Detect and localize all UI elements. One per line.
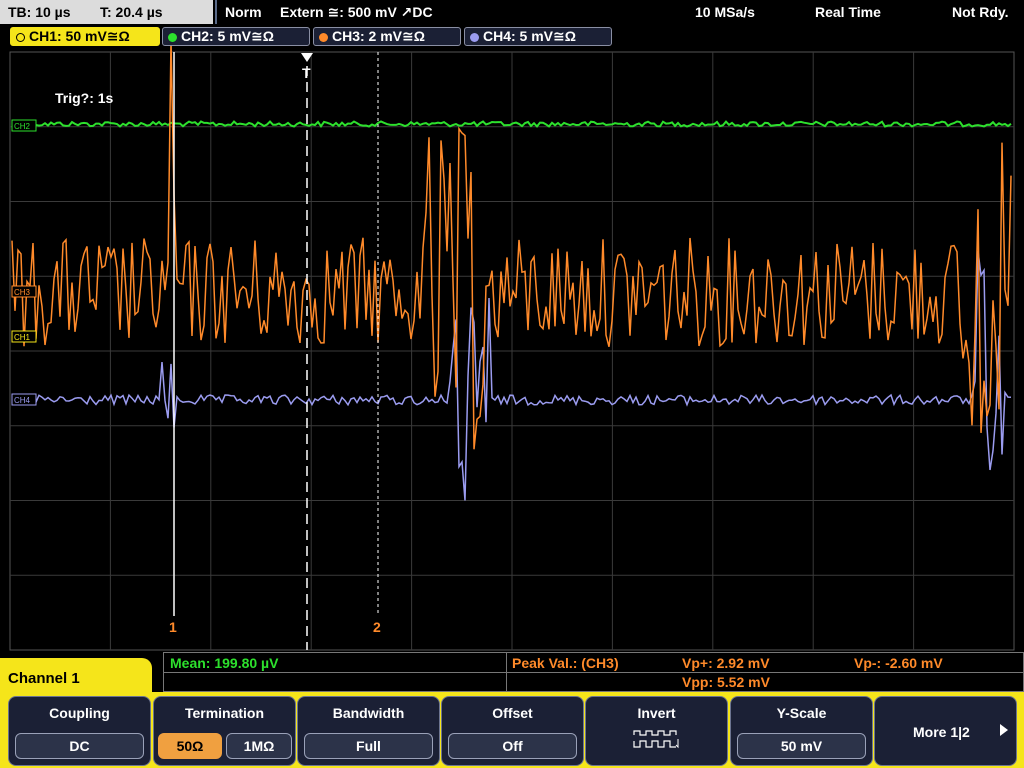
timebase-box[interactable]: TB: 10 µs T: 20.4 µs bbox=[0, 0, 213, 24]
ch2-dot-icon bbox=[168, 33, 177, 42]
tab-ch4-label: CH4: 5 mV≅Ω bbox=[483, 28, 576, 44]
trigger-marker: T bbox=[302, 65, 311, 81]
bandwidth-title: Bandwidth bbox=[332, 705, 405, 721]
bandwidth-softkey[interactable]: Bandwidth Full bbox=[297, 696, 440, 766]
yscale-value[interactable]: 50 mV bbox=[737, 733, 866, 759]
svg-text:CH3: CH3 bbox=[14, 288, 31, 297]
next-page-arrow-icon bbox=[1000, 724, 1008, 736]
ch3-level-marker[interactable]: CH3 bbox=[11, 285, 37, 298]
coupling-title: Coupling bbox=[49, 705, 110, 721]
offset-value[interactable]: Off bbox=[448, 733, 577, 759]
termination-1mohm-option[interactable]: 1MΩ bbox=[226, 733, 292, 759]
measurement-readout: Mean: 199.80 µV Peak Val.: (CH3) Vp+: 2.… bbox=[163, 652, 1024, 692]
trigger-position-readout: T: 20.4 µs bbox=[100, 4, 163, 20]
yscale-softkey[interactable]: Y-Scale 50 mV bbox=[730, 696, 873, 766]
ch4-dot-icon bbox=[470, 33, 479, 42]
tab-ch3[interactable]: CH3: 2 mV≅Ω bbox=[313, 27, 461, 46]
invert-title: Invert bbox=[637, 705, 676, 721]
tab-ch1-label: CH1: 50 mV≅Ω bbox=[29, 28, 130, 44]
invert-waveform-icon bbox=[633, 730, 679, 749]
tab-ch1[interactable]: CH1: 50 mV≅Ω bbox=[10, 27, 160, 46]
termination-softkey[interactable]: Termination 50Ω 1MΩ bbox=[153, 696, 296, 766]
tab-ch2-label: CH2: 5 mV≅Ω bbox=[181, 28, 274, 44]
cursor-1-label: 1 bbox=[169, 619, 177, 635]
mean-readout: Mean: 199.80 µV bbox=[170, 655, 279, 671]
vpp-readout: Vpp: 5.52 mV bbox=[682, 674, 770, 690]
more-softkey[interactable]: More 1|2 bbox=[874, 696, 1017, 766]
peak-readout-title: Peak Val.: (CH3) bbox=[512, 655, 619, 671]
svg-text:CH1: CH1 bbox=[14, 333, 31, 342]
ch2-level-marker[interactable]: CH2 bbox=[11, 119, 37, 132]
waveform-display[interactable]: T Trig?: 1s 1 2 CH2 CH3 CH1 CH4 bbox=[0, 46, 1024, 652]
offset-softkey[interactable]: Offset Off bbox=[441, 696, 584, 766]
coupling-softkey[interactable]: Coupling DC bbox=[8, 696, 151, 766]
tab-ch3-label: CH3: 2 mV≅Ω bbox=[332, 28, 425, 44]
termination-title: Termination bbox=[184, 705, 265, 721]
ch3-dot-icon bbox=[319, 33, 328, 42]
graticule bbox=[9, 51, 1015, 651]
termination-50ohm-option[interactable]: 50Ω bbox=[158, 733, 222, 759]
yscale-title: Y-Scale bbox=[776, 705, 827, 721]
vp-plus-readout: Vp+: 2.92 mV bbox=[682, 655, 770, 671]
tab-ch4[interactable]: CH4: 5 mV≅Ω bbox=[464, 27, 612, 46]
invert-softkey[interactable]: Invert bbox=[585, 696, 728, 766]
trigger-source[interactable]: Extern ≅: 500 mV ↗DC bbox=[280, 4, 433, 21]
timebase-readout: TB: 10 µs bbox=[8, 4, 71, 20]
tab-ch2[interactable]: CH2: 5 mV≅Ω bbox=[162, 27, 310, 46]
cursor-2-label: 2 bbox=[373, 619, 381, 635]
trigger-mode[interactable]: Norm bbox=[225, 4, 262, 20]
more-label: More 1|2 bbox=[913, 724, 970, 740]
ch1-dot-icon bbox=[16, 33, 25, 42]
acquisition-mode: Real Time bbox=[815, 4, 881, 20]
acquisition-state: Not Rdy. bbox=[952, 4, 1009, 20]
status-divider bbox=[215, 0, 217, 24]
trigger-message: Trig?: 1s bbox=[55, 90, 114, 106]
svg-text:CH4: CH4 bbox=[14, 396, 31, 405]
ch4-level-marker[interactable]: CH4 bbox=[11, 393, 37, 406]
vp-minus-readout: Vp-: -2.60 mV bbox=[854, 655, 943, 671]
ch1-level-marker[interactable]: CH1 bbox=[11, 330, 37, 343]
coupling-value[interactable]: DC bbox=[15, 733, 144, 759]
bandwidth-value[interactable]: Full bbox=[304, 733, 433, 759]
offset-title: Offset bbox=[492, 705, 533, 721]
sample-rate: 10 MSa/s bbox=[695, 4, 755, 20]
menu-title-label: Channel 1 bbox=[8, 670, 80, 687]
svg-text:CH2: CH2 bbox=[14, 122, 31, 131]
